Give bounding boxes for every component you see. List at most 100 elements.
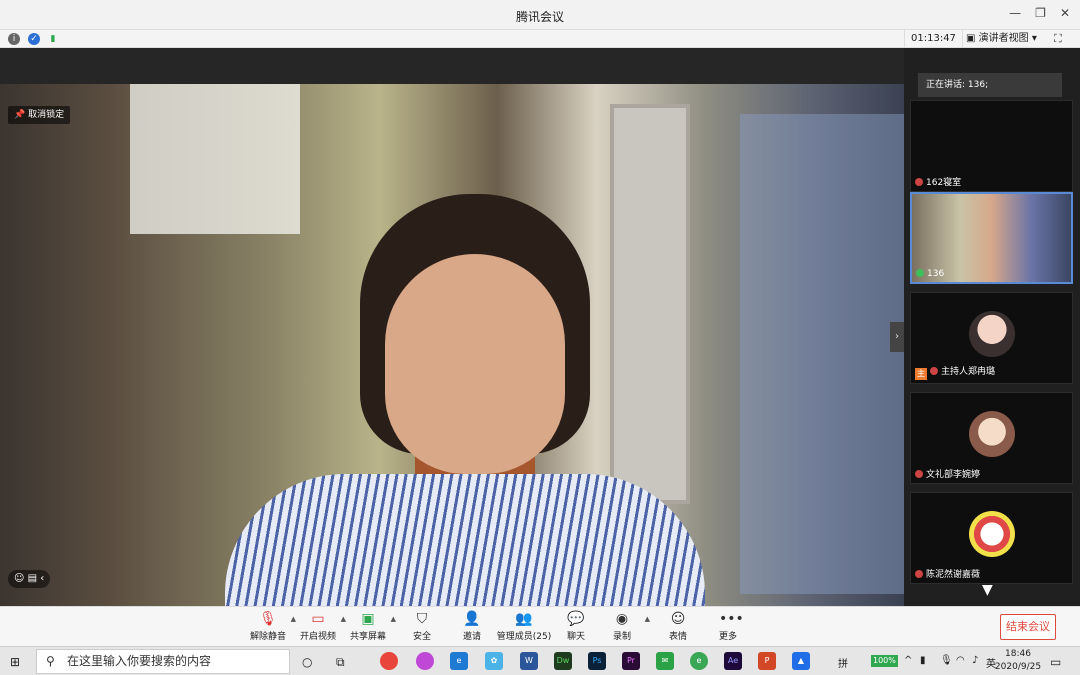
word-icon[interactable]: W [520,652,538,670]
signal-icon[interactable]: ▮ [47,33,59,45]
scroll-down-icon[interactable]: ▼ [982,582,993,598]
microphone-icon[interactable]: 🎙 [940,655,953,666]
avatar [969,511,1015,557]
speaking-indicator: 正在讲话: 136; [918,73,1062,97]
title-bar: 腾讯会议 — ❐ ✕ [0,0,1080,30]
premiere-icon[interactable]: Pr [622,652,640,670]
wifi-icon[interactable]: ◠ [956,655,965,666]
mic-muted-icon: 🎙 [259,611,277,627]
record-button[interactable]: ◉ 录制 ▲ [592,611,652,642]
mic-muted-icon [930,367,938,375]
photoshop-icon[interactable]: Ps [588,652,606,670]
maximize-button[interactable]: ❐ [1035,6,1046,20]
volume-icon[interactable]: ♪ [972,655,978,666]
record-label: 录制 [612,632,631,642]
close-button[interactable]: ✕ [1060,6,1070,20]
meeting-toolbar: 🎙 解除静音 ▲ ▭ 开启视频 ▲ ▣ 共享屏幕 ▲ ⛉ 安全 👤 邀请 👥 管… [0,606,1080,646]
meeting-status-bar: i ✓ ▮ 01:13:47 ▣ 演讲者视图 ▾ ⛶ [0,30,1080,48]
wechat-icon[interactable]: ✉ [656,652,674,670]
view-mode-icon: ▣ [966,33,979,44]
participant-tile[interactable]: 陈泥然谢嘉薇 [910,492,1073,584]
shield-icon[interactable]: ✓ [28,33,40,45]
share-screen-icon: ▣ [361,611,375,627]
video-overlay-controls[interactable]: ☺ ▤ ‹ [8,570,51,588]
share-screen-button[interactable]: ▣ 共享屏幕 ▲ [338,611,398,642]
search-icon: ⚲ [46,654,55,668]
bunk-bed [740,114,904,594]
tray-app-icon[interactable]: 拼 [838,655,848,670]
dreamweaver-icon[interactable]: Dw [554,652,572,670]
cloud-app-icon[interactable]: ✿ [485,652,503,670]
task-view-icon[interactable]: ⧉ [336,655,345,670]
mic-on-icon [916,269,924,277]
minimize-button[interactable]: — [1009,6,1021,20]
share-screen-label: 共享屏幕 [349,632,386,642]
mic-muted-icon [915,470,923,478]
powerpoint-icon[interactable]: P [758,652,776,670]
participant-label: 陈泥然谢嘉薇 [915,567,980,580]
participant-tile[interactable]: 主主持人郑冉璐 [910,292,1073,384]
participant-label: 文礼部李婉婷 [915,467,980,480]
collapse-sidebar-button[interactable]: › [890,322,904,352]
security-label: 安全 [412,632,431,642]
avatar [969,311,1015,357]
view-mode-dropdown[interactable]: ▣ 演讲者视图 ▾ [966,30,1037,48]
participant-sidebar: 正在讲话: 136; 162寝室 136 主主持人郑冉璐 文礼部李婉婷 陈泥然谢… [904,48,1080,606]
reactions-label: 表情 [668,632,687,642]
speaker-video[interactable] [0,84,904,640]
manage-members-button[interactable]: 👥 管理成员(25) [494,611,554,642]
more-label: 更多 [718,632,737,642]
mic-muted-icon [915,178,923,186]
participant-label: 136 [916,269,944,279]
more-icon: ••• [719,611,744,627]
emoji-icon[interactable]: ☺ [14,573,24,584]
record-icon: ◉ [615,611,629,627]
taskbar-search-box[interactable]: ⚲ 在这里输入你要搜索的内容 [36,649,290,674]
chevron-up-icon[interactable]: ^ [904,655,912,666]
fullscreen-icon[interactable]: ⛶ [1054,32,1062,46]
usb-icon[interactable]: ▮ [920,655,926,666]
edge-icon[interactable]: e [450,652,468,670]
chat-label: 聊天 [566,632,585,642]
chevron-left-icon[interactable]: ‹ [40,573,44,584]
video-off-icon: ▭ [311,611,325,627]
person-face [385,254,565,474]
door [610,104,690,504]
unlock-video-button[interactable]: 📌 取消锁定 [8,106,71,124]
members-icon: 👥 [515,611,533,627]
shield-icon: ⛉ [416,611,428,627]
search-placeholder: 在这里输入你要搜索的内容 [67,654,212,668]
windows-taskbar: ⊞ ⚲ 在这里输入你要搜索的内容 ○ ⧉ e ✿ W Dw Ps Pr ✉ e … [0,646,1080,675]
avatar [969,411,1015,457]
ie-icon[interactable]: e [690,652,708,670]
after-effects-icon[interactable]: Ae [724,652,742,670]
bed-curtain [130,84,300,234]
clock-date: 2020/9/25 [994,662,1042,672]
tencent-meeting-icon[interactable]: ▲ [792,652,810,670]
manage-members-label: 管理成员(25) [496,632,552,642]
end-meeting-button[interactable]: 结束会议 [1000,614,1056,640]
mic-muted-icon [915,570,923,578]
notification-icon[interactable]: ▭ [1050,655,1061,669]
color-app-icon[interactable] [416,652,434,670]
participant-tile-active[interactable]: 136 [910,192,1073,284]
system-clock[interactable]: 18:46 2020/9/25 [990,648,1046,674]
chat-icon[interactable]: ▤ [28,573,37,584]
pin-icon: 📌 [14,110,29,120]
participant-tile[interactable]: 文礼部李婉婷 [910,392,1073,484]
participant-tile[interactable]: 162寝室 [910,100,1073,192]
window-controls: — ❐ ✕ [1009,6,1070,20]
windows-start-icon[interactable]: ⊞ [10,655,20,669]
chevron-down-icon: ▾ [1031,33,1037,44]
cortana-icon[interactable]: ○ [302,655,312,669]
start-video-label: 开启视频 [299,632,336,642]
info-icon[interactable]: i [8,33,20,45]
more-button[interactable]: ••• 更多 [698,611,758,642]
battery-indicator[interactable]: 100% [871,655,898,667]
meeting-timer: 01:13:47 [904,30,963,48]
add-user-icon: 👤 [463,611,481,627]
invite-label: 邀请 [462,632,481,642]
emoji-icon: ☺ [670,611,686,627]
chrome-icon[interactable] [380,652,398,670]
invite-button[interactable]: 👤 邀请 [442,611,502,642]
